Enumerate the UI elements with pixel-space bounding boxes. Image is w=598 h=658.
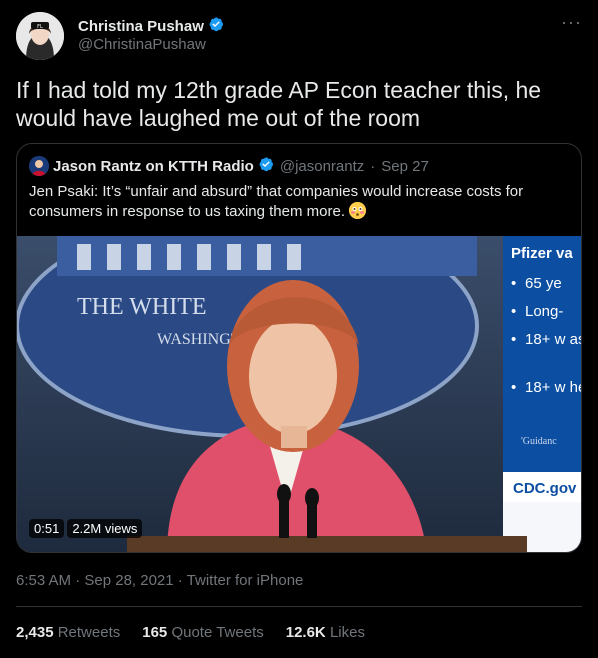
video-duration: 0:51 xyxy=(29,519,65,538)
svg-text:•: • xyxy=(511,331,516,348)
quoted-separator: · xyxy=(370,157,376,175)
author-handle[interactable]: @ChristinaPushaw xyxy=(78,36,206,53)
slide-item-2: Long- xyxy=(525,303,563,320)
svg-text:•: • xyxy=(511,275,516,292)
slide-footnote: 'Guidanc xyxy=(521,436,557,447)
quoted-text-body: Jen Psaki: It’s “unfair and absurd” that… xyxy=(29,183,524,220)
quote-tweets-stat[interactable]: 165 Quote Tweets xyxy=(142,624,263,641)
video-badges: 0:51 2.2M views xyxy=(29,519,143,538)
retweets-count: 2,435 xyxy=(16,624,54,641)
quoted-text: Jen Psaki: It’s “unfair and absurd” that… xyxy=(29,182,569,222)
tweet-header: FL Christina Pushaw @ChristinaPushaw ··· xyxy=(16,12,582,60)
video-player[interactable]: THE WHITE WASHINGT Pfizer va • 65 ye • Lon… xyxy=(17,236,581,552)
author-name-row: Christina Pushaw xyxy=(78,16,224,37)
seal-text-2: WASHINGT xyxy=(157,331,241,348)
quotes-label: Quote Tweets xyxy=(171,624,264,641)
quoted-tweet[interactable]: Jason Rantz on KTTH Radio @jasonrantz · … xyxy=(16,143,582,553)
quoted-handle[interactable]: @jasonrantz xyxy=(280,158,364,175)
retweets-label: Retweets xyxy=(57,624,121,641)
slide-url: CDC.gov xyxy=(513,480,577,497)
svg-text:•: • xyxy=(511,303,516,320)
likes-count: 12.6K xyxy=(285,624,326,641)
likes-stat[interactable]: 12.6K Likes xyxy=(286,624,365,641)
likes-label: Likes xyxy=(329,624,365,641)
svg-text:•: • xyxy=(511,379,516,396)
video-frame: THE WHITE WASHINGT Pfizer va • 65 ye • Lon… xyxy=(17,236,581,552)
slide-item-4: 18+ w health xyxy=(525,379,581,396)
retweets-stat[interactable]: 2,435 Retweets xyxy=(16,624,120,641)
quoted-avatar[interactable] xyxy=(29,156,49,176)
divider xyxy=(16,606,582,607)
verified-icon xyxy=(258,156,274,176)
quoted-header: Jason Rantz on KTTH Radio @jasonrantz · … xyxy=(29,156,429,176)
slide-title: Pfizer va xyxy=(511,245,573,262)
quoted-date[interactable]: Sep 27 xyxy=(381,158,429,175)
engagement-stats: 2,435 Retweets 165 Quote Tweets 12.6K Li… xyxy=(16,624,365,641)
author-name[interactable]: Christina Pushaw xyxy=(78,18,204,35)
video-views: 2.2M views xyxy=(67,519,143,538)
more-options-icon[interactable]: ··· xyxy=(561,12,582,33)
seal-text-1: THE WHITE xyxy=(77,294,207,320)
quotes-count: 165 xyxy=(142,624,168,641)
verified-icon xyxy=(208,16,224,37)
quoted-name[interactable]: Jason Rantz on KTTH Radio xyxy=(53,158,254,175)
tweet-timestamp[interactable]: 6:53 AM · Sep 28, 2021 · Twitter for iPh… xyxy=(16,572,303,589)
author-avatar[interactable]: FL xyxy=(16,12,64,60)
tweet-text: If I had told my 12th grade AP Econ teac… xyxy=(16,77,542,131)
slide-item-1: 65 ye xyxy=(525,275,562,292)
svg-text:FL: FL xyxy=(37,24,43,30)
slide-item-3: 18+ w asthm xyxy=(525,331,581,348)
flushed-face-icon xyxy=(349,202,367,219)
